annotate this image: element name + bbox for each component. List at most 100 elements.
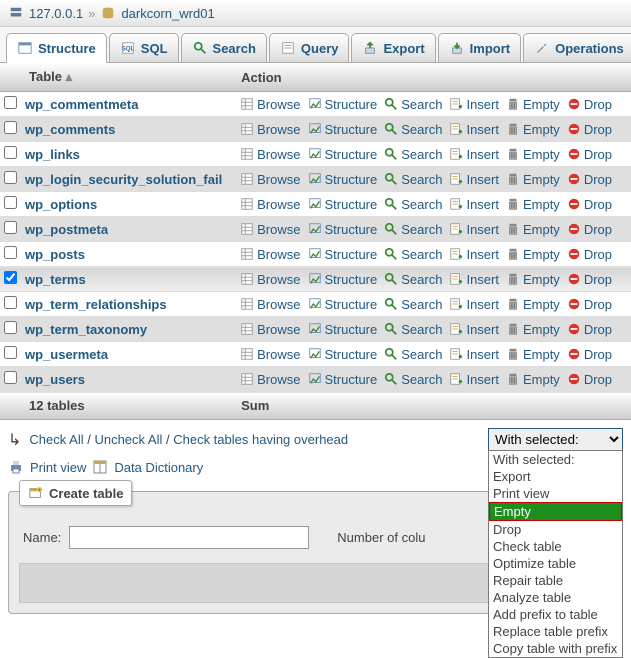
structure-action[interactable]: Structure <box>305 245 380 263</box>
browse-action[interactable]: Browse <box>237 195 302 213</box>
row-checkbox[interactable] <box>4 271 17 284</box>
search-action[interactable]: Search <box>381 95 444 113</box>
empty-action[interactable]: Empty <box>503 370 562 388</box>
insert-action[interactable]: Insert <box>446 170 501 188</box>
browse-action[interactable]: Browse <box>237 120 302 138</box>
check-all-link[interactable]: Check All <box>29 432 83 447</box>
search-action[interactable]: Search <box>381 320 444 338</box>
dropdown-option[interactable]: Replace table prefix <box>489 623 622 640</box>
empty-action[interactable]: Empty <box>503 120 562 138</box>
browse-action[interactable]: Browse <box>237 320 302 338</box>
table-name-link[interactable]: wp_usermeta <box>25 347 108 362</box>
drop-action[interactable]: Drop <box>564 220 614 238</box>
empty-action[interactable]: Empty <box>503 270 562 288</box>
data-dictionary-link[interactable]: Data Dictionary <box>114 460 203 475</box>
row-checkbox[interactable] <box>4 371 17 384</box>
browse-action[interactable]: Browse <box>237 170 302 188</box>
drop-action[interactable]: Drop <box>564 120 614 138</box>
browse-action[interactable]: Browse <box>237 345 302 363</box>
dropdown-option[interactable]: With selected: <box>489 451 622 468</box>
dropdown-option[interactable]: Check table <box>489 538 622 555</box>
search-action[interactable]: Search <box>381 295 444 313</box>
insert-action[interactable]: Insert <box>446 195 501 213</box>
dropdown-option[interactable]: Optimize table <box>489 555 622 572</box>
insert-action[interactable]: Insert <box>446 95 501 113</box>
drop-action[interactable]: Drop <box>564 245 614 263</box>
drop-action[interactable]: Drop <box>564 345 614 363</box>
drop-action[interactable]: Drop <box>564 95 614 113</box>
browse-action[interactable]: Browse <box>237 295 302 313</box>
drop-action[interactable]: Drop <box>564 195 614 213</box>
uncheck-all-link[interactable]: Uncheck All <box>94 432 162 447</box>
insert-action[interactable]: Insert <box>446 270 501 288</box>
browse-action[interactable]: Browse <box>237 270 302 288</box>
tab-import[interactable]: Import <box>438 33 521 62</box>
table-name-link[interactable]: wp_links <box>25 147 80 162</box>
dropdown-option[interactable]: Drop <box>489 521 622 538</box>
browse-action[interactable]: Browse <box>237 245 302 263</box>
insert-action[interactable]: Insert <box>446 320 501 338</box>
breadcrumb-db[interactable]: darkcorn_wrd01 <box>121 6 214 21</box>
dropdown-option[interactable]: Copy table with prefix <box>489 640 622 657</box>
drop-action[interactable]: Drop <box>564 170 614 188</box>
empty-action[interactable]: Empty <box>503 145 562 163</box>
browse-action[interactable]: Browse <box>237 370 302 388</box>
drop-action[interactable]: Drop <box>564 270 614 288</box>
insert-action[interactable]: Insert <box>446 370 501 388</box>
breadcrumb-host[interactable]: 127.0.0.1 <box>29 6 83 21</box>
structure-action[interactable]: Structure <box>305 220 380 238</box>
col-table[interactable]: Table ▴ <box>21 63 233 92</box>
empty-action[interactable]: Empty <box>503 295 562 313</box>
structure-action[interactable]: Structure <box>305 370 380 388</box>
search-action[interactable]: Search <box>381 345 444 363</box>
row-checkbox[interactable] <box>4 321 17 334</box>
browse-action[interactable]: Browse <box>237 95 302 113</box>
table-name-link[interactable]: wp_options <box>25 197 97 212</box>
search-action[interactable]: Search <box>381 270 444 288</box>
structure-action[interactable]: Structure <box>305 95 380 113</box>
table-name-link[interactable]: wp_term_taxonomy <box>25 322 147 337</box>
dropdown-option[interactable]: Repair table <box>489 572 622 589</box>
dropdown-option[interactable]: Export <box>489 468 622 485</box>
tab-query[interactable]: Query <box>269 33 350 62</box>
table-name-link[interactable]: wp_terms <box>25 272 86 287</box>
row-checkbox[interactable] <box>4 246 17 259</box>
search-action[interactable]: Search <box>381 370 444 388</box>
insert-action[interactable]: Insert <box>446 245 501 263</box>
tab-operations[interactable]: Operations <box>523 33 631 62</box>
dropdown-option[interactable]: Add prefix to table <box>489 606 622 623</box>
empty-action[interactable]: Empty <box>503 220 562 238</box>
empty-action[interactable]: Empty <box>503 95 562 113</box>
row-checkbox[interactable] <box>4 196 17 209</box>
drop-action[interactable]: Drop <box>564 295 614 313</box>
structure-action[interactable]: Structure <box>305 145 380 163</box>
drop-action[interactable]: Drop <box>564 320 614 338</box>
table-name-link[interactable]: wp_posts <box>25 247 85 262</box>
insert-action[interactable]: Insert <box>446 120 501 138</box>
empty-action[interactable]: Empty <box>503 320 562 338</box>
row-checkbox[interactable] <box>4 171 17 184</box>
dropdown-option[interactable]: Print view <box>489 485 622 502</box>
table-name-link[interactable]: wp_term_relationships <box>25 297 167 312</box>
search-action[interactable]: Search <box>381 245 444 263</box>
dropdown-option[interactable]: Analyze table <box>489 589 622 606</box>
structure-action[interactable]: Structure <box>305 270 380 288</box>
browse-action[interactable]: Browse <box>237 220 302 238</box>
dropdown-option[interactable]: Empty <box>489 502 622 521</box>
search-action[interactable]: Search <box>381 220 444 238</box>
tab-sql[interactable]: SQLSQL <box>109 33 179 62</box>
insert-action[interactable]: Insert <box>446 345 501 363</box>
row-checkbox[interactable] <box>4 221 17 234</box>
search-action[interactable]: Search <box>381 120 444 138</box>
search-action[interactable]: Search <box>381 145 444 163</box>
empty-action[interactable]: Empty <box>503 245 562 263</box>
structure-action[interactable]: Structure <box>305 320 380 338</box>
table-name-link[interactable]: wp_users <box>25 372 85 387</box>
structure-action[interactable]: Structure <box>305 120 380 138</box>
row-checkbox[interactable] <box>4 146 17 159</box>
table-name-input[interactable] <box>69 526 309 549</box>
insert-action[interactable]: Insert <box>446 145 501 163</box>
tab-search[interactable]: Search <box>181 33 267 62</box>
empty-action[interactable]: Empty <box>503 345 562 363</box>
with-selected-select[interactable]: With selected: <box>488 428 623 451</box>
